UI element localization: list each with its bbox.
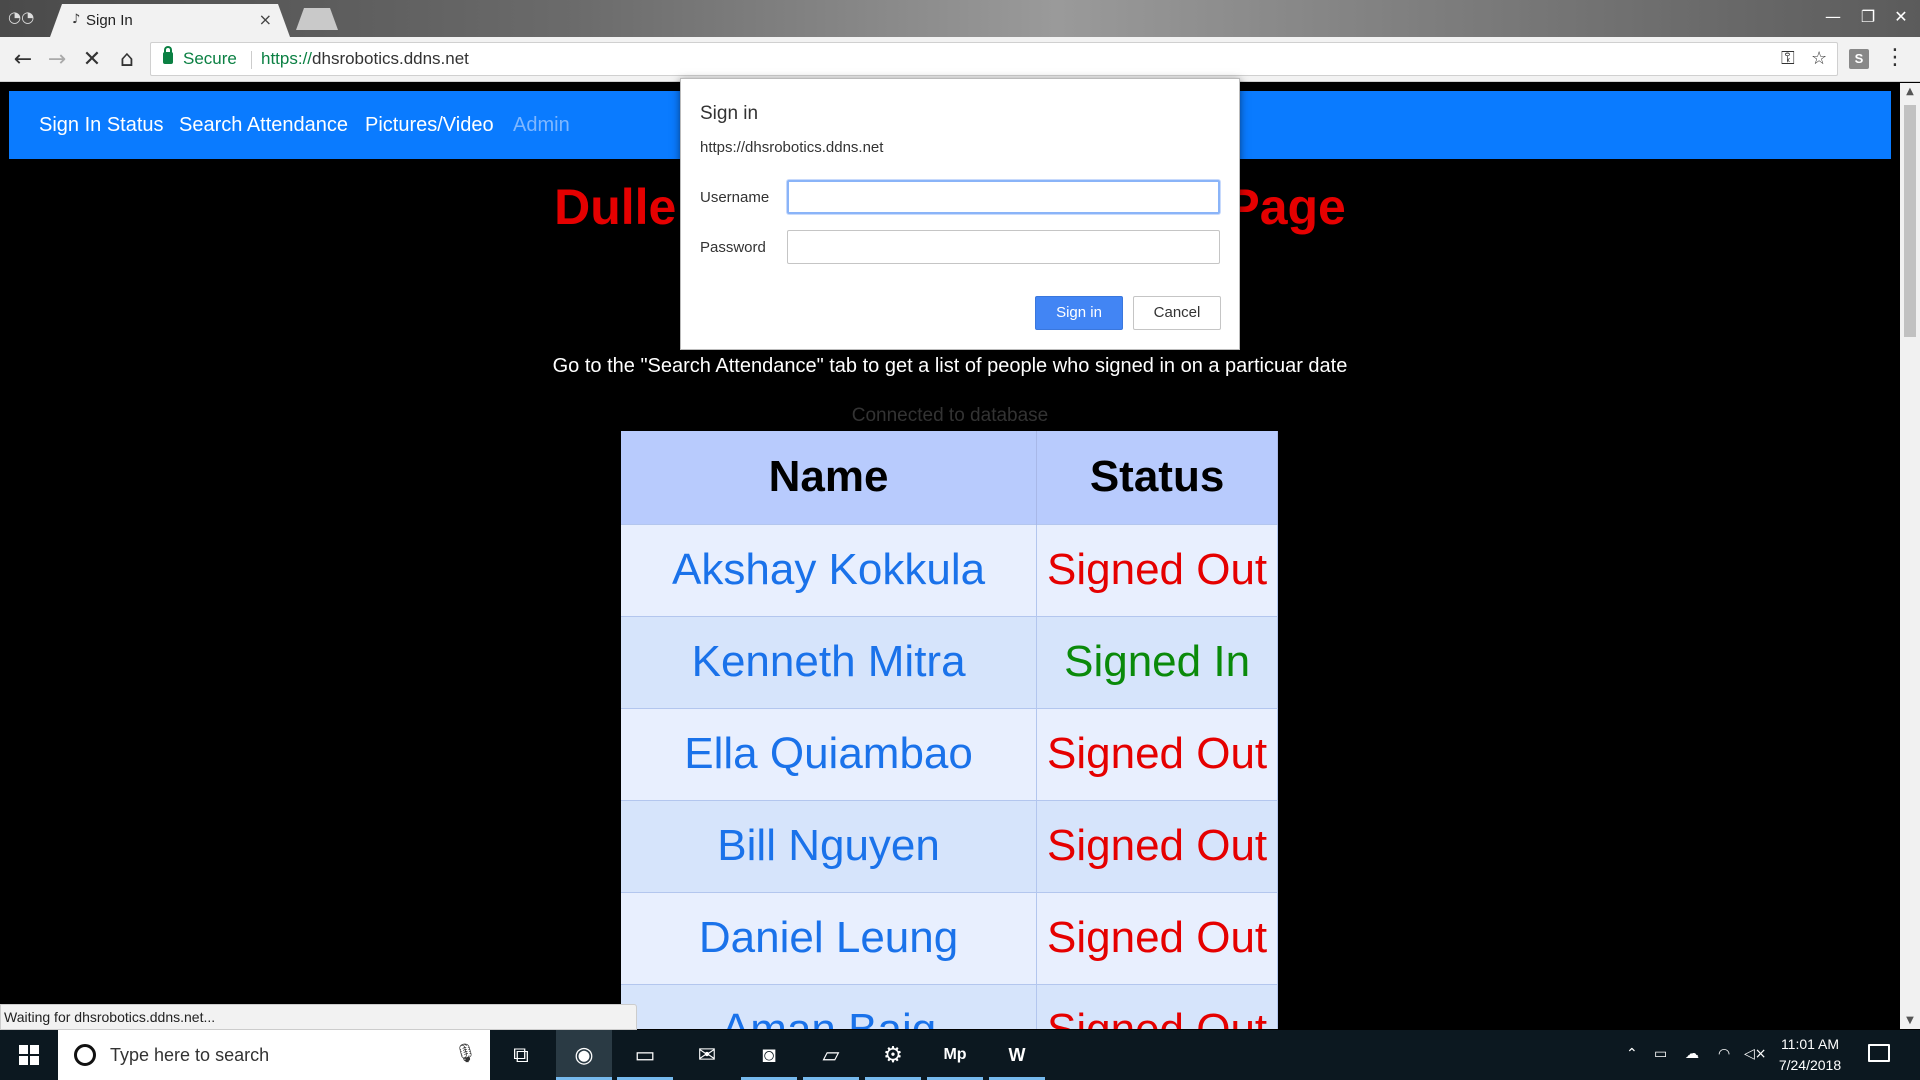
nav-admin[interactable]: Admin	[513, 114, 570, 137]
member-status: Signed Out	[1036, 707, 1278, 800]
member-status: Signed In	[1036, 615, 1278, 708]
dialog-origin: https://dhsrobotics.ddns.net	[700, 139, 884, 156]
taskbar-clock[interactable]: 11:01 AM 7/24/2018	[1760, 1034, 1860, 1076]
cortana-icon	[74, 1044, 96, 1066]
close-window-button[interactable]: ✕	[1878, 4, 1920, 30]
onedrive-icon[interactable]: ☁	[1685, 1046, 1699, 1062]
member-name: Akshay Kokkula	[621, 523, 1038, 616]
key-icon[interactable]: ⚿	[1781, 48, 1795, 69]
sign-in-button[interactable]: Sign in	[1035, 296, 1123, 330]
db-status-text: Connected to database	[851, 405, 1049, 426]
sign-in-dialog: Sign in https://dhsrobotics.ddns.net Use…	[680, 78, 1240, 350]
word-icon[interactable]: W	[989, 1030, 1045, 1080]
cancel-button[interactable]: Cancel	[1133, 296, 1221, 330]
member-status: Signed Out	[1036, 983, 1278, 1029]
new-tab-button[interactable]	[296, 8, 338, 30]
nav-sign-in-status[interactable]: Sign In Status	[39, 114, 164, 137]
member-name: Daniel Leung	[621, 891, 1038, 984]
scroll-up-arrow-icon[interactable]: ▲	[1900, 83, 1920, 100]
minimize-button[interactable]: —	[1810, 4, 1856, 30]
member-status: Signed Out	[1036, 799, 1278, 892]
mp-icon[interactable]: Mp	[927, 1030, 983, 1080]
stop-icon[interactable]: ✕	[77, 45, 107, 75]
scroll-down-arrow-icon[interactable]: ▼	[1900, 1012, 1920, 1029]
incognito-icon: ◔◔	[8, 8, 35, 26]
member-name: Kenneth Mitra	[621, 615, 1038, 708]
security-label: Secure	[183, 49, 237, 68]
table-row: Akshay Kokkula Signed Out	[621, 523, 1278, 616]
loading-icon: ♪	[72, 12, 81, 27]
attendance-table: Name Status Akshay Kokkula Signed Out Ke…	[621, 431, 1278, 1029]
member-status: Signed Out	[1036, 523, 1278, 616]
clock-time: 11:01 AM	[1780, 1036, 1840, 1052]
forward-icon[interactable]: →	[42, 45, 72, 75]
instruction-text: Go to the "Search Attendance" tab to get…	[552, 355, 1348, 377]
tab-sign-in[interactable]: ♪ Sign In ×	[50, 4, 290, 37]
file-explorer-icon[interactable]: ▭	[617, 1030, 673, 1080]
table-row: Kenneth Mitra Signed In	[621, 615, 1278, 708]
column-header-name: Name	[621, 431, 1038, 524]
tab-title: Sign In	[86, 12, 133, 29]
table-row: Ella Quiambao Signed Out	[621, 707, 1278, 800]
windows-logo-icon	[19, 1045, 39, 1065]
column-header-status: Status	[1036, 431, 1278, 524]
address-bar[interactable]: Secure https://dhsrobotics.ddns.net ⚿ ☆	[150, 42, 1838, 76]
task-view-icon[interactable]: ⧉	[493, 1030, 549, 1080]
browser-toolbar: ← → ✕ ⌂ Secure https://dhsrobotics.ddns.…	[0, 37, 1920, 82]
taskbar-search-placeholder: Type here to search	[110, 1045, 270, 1065]
member-name: Bill Nguyen	[621, 799, 1038, 892]
battery-icon[interactable]: ▭	[1654, 1046, 1667, 1062]
dialog-title: Sign in	[700, 103, 759, 124]
page-scrollbar[interactable]: ▲ ▼	[1900, 83, 1920, 1029]
nav-pictures-video[interactable]: Pictures/Video	[365, 114, 494, 137]
browser-titlebar: ◔◔ ♪ Sign In × — ❐ ✕	[0, 0, 1920, 37]
member-name: Aman Baig	[621, 983, 1038, 1029]
restore-button[interactable]: ❐	[1856, 4, 1880, 30]
table-row: Aman Baig Signed Out	[621, 983, 1278, 1029]
table-row: Daniel Leung Signed Out	[621, 891, 1278, 984]
notepad-icon[interactable]: ▱	[803, 1030, 859, 1080]
username-label: Username	[700, 189, 770, 206]
member-status: Signed Out	[1036, 891, 1278, 984]
action-center-icon[interactable]	[1868, 1044, 1890, 1062]
extension-icon[interactable]: S	[1849, 49, 1869, 69]
star-icon[interactable]: ☆	[1811, 48, 1827, 69]
table-header-row: Name Status	[621, 431, 1278, 524]
password-field[interactable]	[787, 230, 1220, 264]
url-text: https://dhsrobotics.ddns.net	[261, 49, 469, 68]
menu-icon[interactable]: ⋮	[1884, 45, 1906, 70]
browser-status-bubble: Waiting for dhsrobotics.ddns.net...	[0, 1004, 637, 1030]
lock-icon	[163, 46, 173, 64]
username-field[interactable]	[787, 180, 1220, 214]
table-row: Bill Nguyen Signed Out	[621, 799, 1278, 892]
taskbar-search-box[interactable]: Type here to search 🎙	[58, 1030, 490, 1080]
tray-expand-icon[interactable]: ⌃	[1626, 1046, 1638, 1062]
microphone-icon[interactable]: 🎙	[454, 1043, 477, 1064]
wifi-icon[interactable]: ◠	[1718, 1046, 1730, 1062]
back-icon[interactable]: ←	[8, 45, 38, 75]
password-label: Password	[700, 239, 766, 256]
home-icon[interactable]: ⌂	[112, 45, 142, 75]
nav-search-attendance[interactable]: Search Attendance	[179, 114, 348, 137]
mail-icon[interactable]: ✉	[679, 1030, 735, 1080]
clock-date: 7/24/2018	[1778, 1057, 1842, 1073]
scrollbar-thumb[interactable]	[1904, 105, 1916, 337]
windows-taskbar: Type here to search 🎙 ⧉ ◉ ▭ ✉ ◙ ▱ ⚙ Mp W…	[0, 1030, 1920, 1080]
omnibox-divider	[251, 51, 252, 69]
tab-close-icon[interactable]: ×	[259, 10, 272, 29]
start-button[interactable]	[0, 1030, 58, 1080]
app-icon[interactable]: ◙	[741, 1030, 797, 1080]
member-name: Ella Quiambao	[621, 707, 1038, 800]
chrome-icon[interactable]: ◉	[556, 1030, 612, 1080]
settings-icon[interactable]: ⚙	[865, 1030, 921, 1080]
